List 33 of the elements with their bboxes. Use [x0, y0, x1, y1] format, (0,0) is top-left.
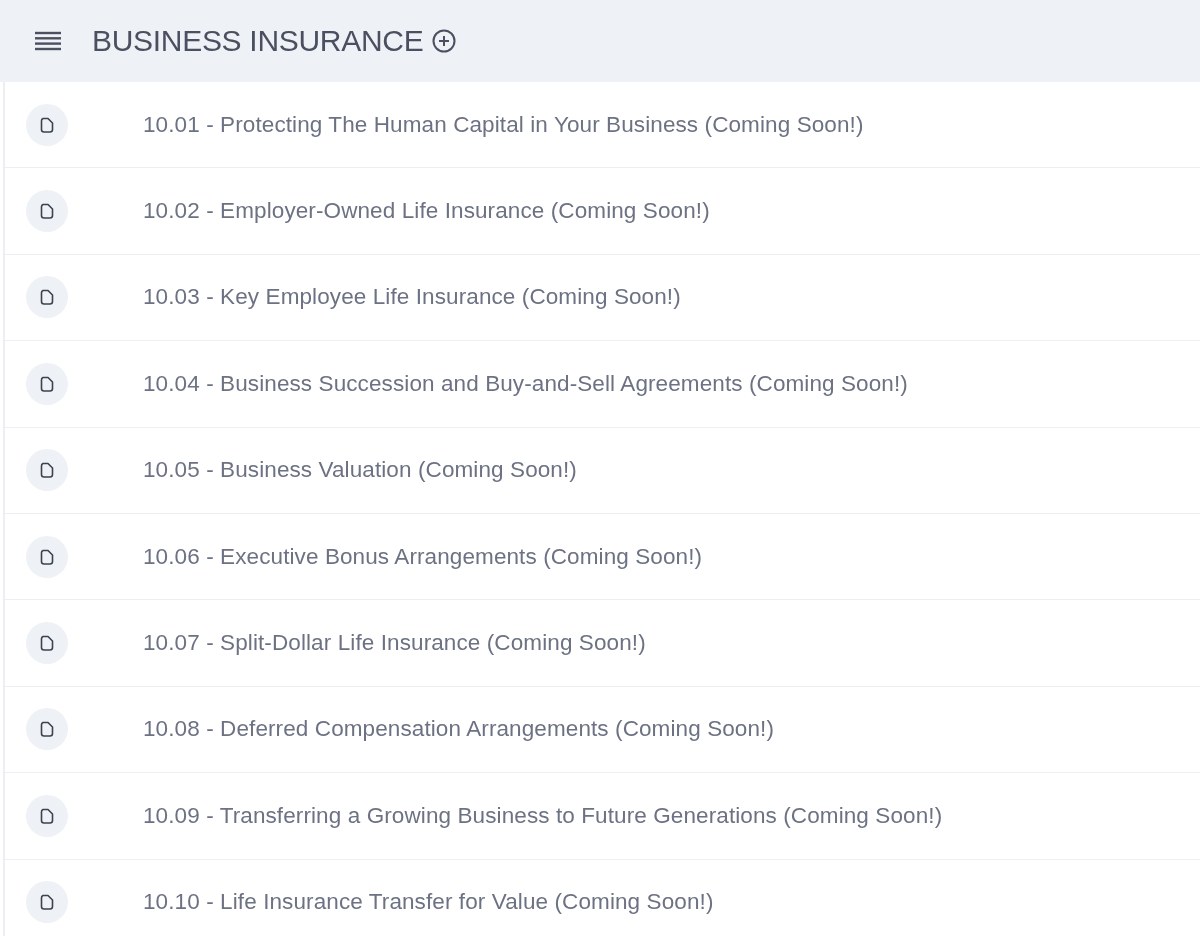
lesson-row[interactable]: 10.06 - Executive Bonus Arrangements (Coming Soon!) [5, 513, 1200, 601]
lesson-title: 10.09 - Transferring a Growing Business to Future Generations (Coming Soon!) [143, 802, 943, 829]
lesson-row[interactable]: 10.07 - Split-Dollar Life Insurance (Coming Soon!) [5, 600, 1200, 687]
lesson-title: 10.03 - Key Employee Life Insurance (Coming Soon!) [143, 284, 681, 311]
lesson-title: 10.10 - Life Insurance Transfer for Value (Coming Soon!) [143, 889, 714, 916]
lesson-title: 10.07 - Split-Dollar Life Insurance (Coming Soon!) [143, 630, 646, 657]
document-icon [26, 881, 68, 924]
document-icon [26, 276, 68, 319]
lesson-row[interactable]: 10.01 - Protecting The Human Capital in Your Business (Coming Soon!) [5, 82, 1200, 169]
document-icon [26, 622, 68, 665]
lesson-row[interactable]: 10.04 - Business Succession and Buy-and-Sell Agreements (Coming Soon!) [5, 341, 1200, 428]
lesson-title: 10.01 - Protecting The Human Capital in Your Business (Coming Soon!) [143, 111, 864, 138]
lesson-row[interactable]: 10.10 - Life Insurance Transfer for Value (Coming Soon!) [5, 859, 1200, 936]
add-circle-icon[interactable] [432, 29, 457, 53]
lesson-title: 10.05 - Business Valuation (Coming Soon!) [143, 457, 577, 484]
menu-icon[interactable] [35, 31, 61, 51]
document-icon [26, 708, 68, 751]
lesson-row[interactable]: 10.09 - Transferring a Growing Business to Future Generations (Coming Soon!) [5, 773, 1200, 860]
lesson-title: 10.06 - Executive Bonus Arrangements (Coming Soon!) [143, 543, 703, 570]
lesson-row[interactable]: 10.02 - Employer-Owned Life Insurance (Coming Soon!) [5, 168, 1200, 255]
document-icon [26, 449, 68, 492]
lesson-row[interactable]: 10.05 - Business Valuation (Coming Soon!) [5, 427, 1200, 514]
document-icon [26, 190, 68, 233]
lesson-row[interactable]: 10.03 - Key Employee Life Insurance (Coming Soon!) [5, 254, 1200, 342]
lesson-title: 10.08 - Deferred Compensation Arrangements (Coming Soon!) [143, 716, 775, 743]
lesson-title: 10.02 - Employer-Owned Life Insurance (Coming Soon!) [143, 198, 710, 225]
document-icon [26, 794, 68, 837]
document-icon [26, 535, 68, 578]
document-icon [26, 362, 68, 405]
section-title: BUSINESS INSURANCE [92, 24, 424, 58]
lesson-row[interactable]: 10.08 - Deferred Compensation Arrangements (Coming Soon!) [5, 686, 1200, 774]
document-icon [26, 103, 68, 146]
lesson-title: 10.04 - Business Succession and Buy-and-Sell Agreements (Coming Soon!) [143, 370, 908, 397]
